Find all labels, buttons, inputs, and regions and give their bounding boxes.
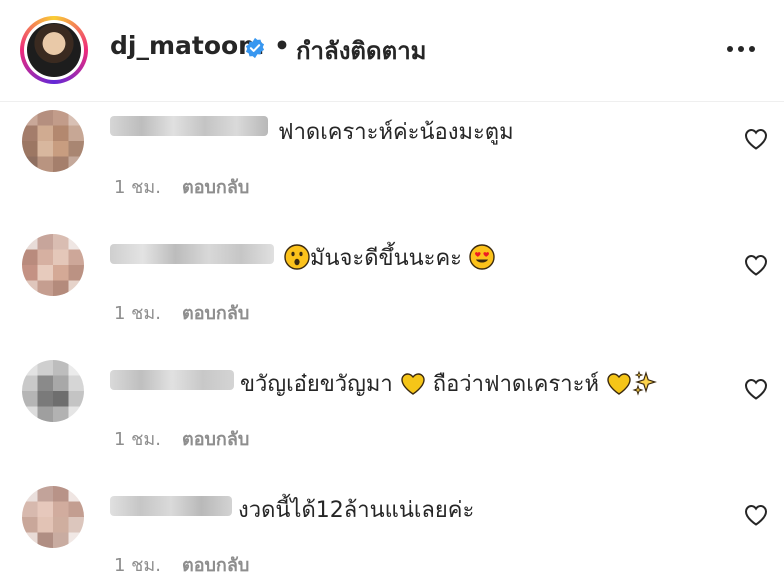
avatar-border	[24, 20, 84, 80]
profile-avatar[interactable]	[20, 16, 88, 84]
reply-button[interactable]: ตอบกลับ	[182, 298, 249, 327]
pixelated-avatar-image	[22, 360, 84, 422]
reply-button[interactable]: ตอบกลับ	[182, 550, 249, 579]
comment-text-part-2: ถือว่าฟาดเคราะห์	[432, 372, 599, 397]
comment-text: งวดนี้ได้12ล้านแน่เลยค่ะ	[238, 498, 475, 523]
comment-text: ขวัญเอ๋ยขวัญมา ถือว่าฟาดเคราะห์	[240, 366, 658, 401]
blurred-username[interactable]	[110, 496, 232, 516]
pixelated-avatar-image	[22, 234, 84, 296]
pixelated-avatar-image	[22, 110, 84, 172]
comment-text-content: มันจะดีขึ้นนะคะ	[310, 246, 463, 271]
yellow-heart-emoji-icon	[607, 373, 631, 395]
commenter-avatar[interactable]	[22, 234, 84, 296]
heart-outline-icon[interactable]	[744, 254, 768, 276]
blurred-username[interactable]	[110, 370, 234, 390]
comment-time: 1 ชม.	[114, 303, 161, 324]
comment-text: ฟาดเคราะห์ค่ะน้องมะตูม	[278, 120, 514, 145]
heart-outline-icon[interactable]	[744, 504, 768, 526]
comment-item: ฟาดเคราะห์ค่ะน้องมะตูม 1 ชม. ตอบกลับ	[0, 104, 784, 230]
more-options-icon[interactable]	[724, 36, 758, 62]
comment-item: งวดนี้ได้12ล้านแน่เลยค่ะ 1 ชม. ตอบกลับ	[0, 482, 784, 582]
verified-badge-icon	[245, 37, 265, 59]
commenter-avatar[interactable]	[22, 110, 84, 172]
blurred-username[interactable]	[110, 116, 268, 136]
commenter-avatar[interactable]	[22, 360, 84, 422]
heart-outline-icon[interactable]	[744, 378, 768, 400]
post-header: dj_matoom • กำลังติดตาม	[0, 0, 784, 102]
reply-button[interactable]: ตอบกลับ	[182, 424, 249, 453]
pixelated-avatar-image	[22, 486, 84, 548]
reply-button[interactable]: ตอบกลับ	[182, 172, 249, 201]
comment-time: 1 ชม.	[114, 177, 161, 198]
comment-time: 1 ชม.	[114, 555, 161, 576]
header-separator: •	[274, 31, 290, 60]
heart-eyes-emoji-icon	[469, 244, 495, 270]
username-link[interactable]: dj_matoom	[110, 31, 264, 60]
sparkles-emoji-icon	[632, 370, 657, 396]
astonished-face-emoji-icon	[284, 244, 310, 270]
following-button[interactable]: กำลังติดตาม	[296, 31, 427, 70]
yellow-heart-emoji-icon	[401, 373, 425, 395]
comment-text-part-1: ขวัญเอ๋ยขวัญมา	[240, 372, 393, 397]
blurred-username[interactable]	[110, 244, 274, 264]
comment-time: 1 ชม.	[114, 429, 161, 450]
avatar-photo	[27, 23, 81, 77]
comment-item: มันจะดีขึ้นนะคะ 1 ชม. ตอบกลับ	[0, 230, 784, 356]
comment-text: มันจะดีขึ้นนะคะ	[284, 240, 495, 275]
heart-outline-icon[interactable]	[744, 128, 768, 150]
comment-item: ขวัญเอ๋ยขวัญมา ถือว่าฟาดเคราะห์ 1 ชม. ตอ…	[0, 356, 784, 482]
commenter-avatar[interactable]	[22, 486, 84, 548]
